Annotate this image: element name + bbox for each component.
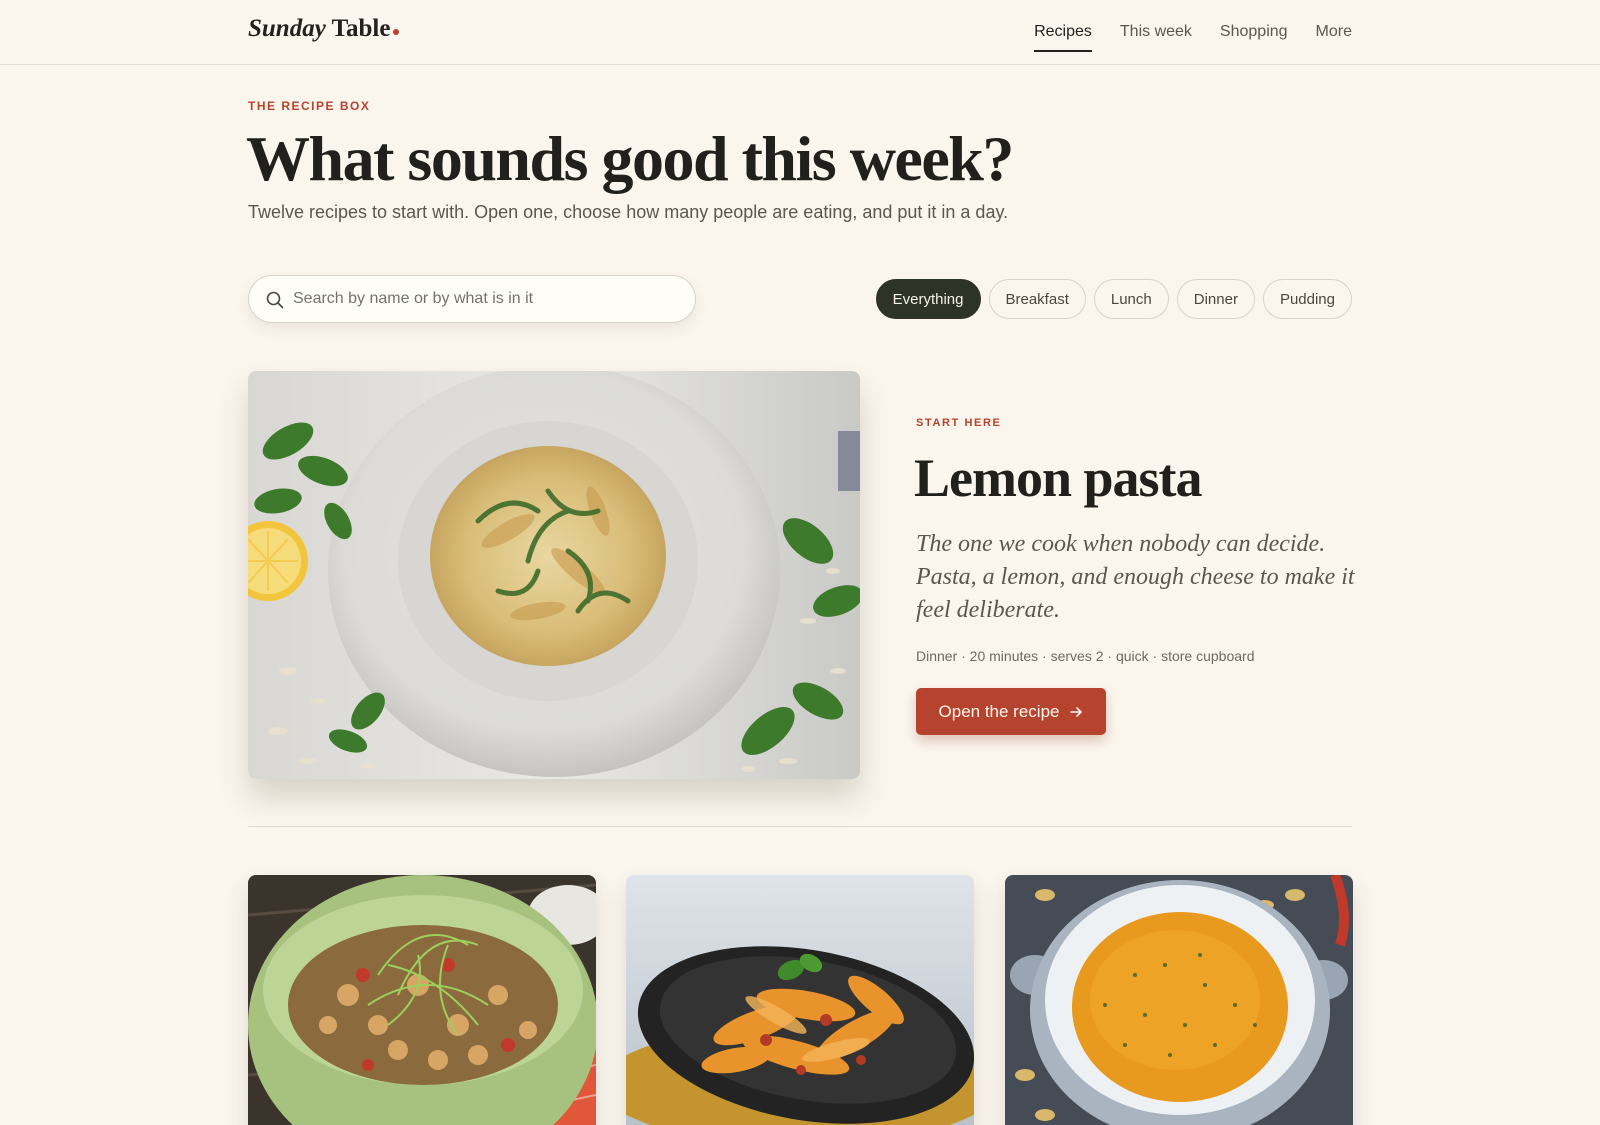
recipe-card[interactable] (1005, 875, 1353, 1125)
nav-item-more[interactable]: More (1316, 0, 1352, 64)
featured-recipe-title[interactable]: Lemon pasta (914, 447, 1203, 509)
featured-recipe-image[interactable] (248, 371, 860, 779)
nav-item-this-week[interactable]: This week (1120, 0, 1192, 64)
category-filters: Everything Breakfast Lunch Dinner Puddin… (875, 279, 1352, 319)
arrow-right-icon (1070, 706, 1083, 717)
section-eyebrow: THE RECIPE BOX (248, 99, 371, 113)
brand-dot-icon (393, 29, 400, 35)
featured-recipe-meta: Dinner · 20 minutes · serves 2 · quick ·… (916, 648, 1255, 664)
brand-name: Table (331, 15, 391, 42)
top-navigation-bar: Sunday Table Recipes This week Shopping … (0, 0, 1600, 65)
open-recipe-button-label: Open the recipe (938, 701, 1060, 721)
brand-logo[interactable]: Sunday Table (248, 15, 400, 43)
nav-item-shopping[interactable]: Shopping (1220, 0, 1288, 64)
nav-item-recipes[interactable]: Recipes (1034, 0, 1092, 64)
main-nav: Recipes This week Shopping More (1034, 0, 1352, 64)
recipe-card[interactable] (626, 875, 974, 1125)
search-icon (266, 291, 284, 309)
filter-chip-breakfast[interactable]: Breakfast (988, 279, 1086, 319)
featured-eyebrow: START HERE (916, 417, 1002, 429)
filter-chip-lunch[interactable]: Lunch (1093, 279, 1169, 319)
recipe-card[interactable] (248, 875, 596, 1125)
section-divider (248, 826, 1352, 827)
lemon-pasta-photo-icon (248, 371, 860, 779)
featured-recipe-description: The one we cook when nobody can decide. … (916, 531, 1355, 623)
open-recipe-button[interactable]: Open the recipe (916, 688, 1106, 735)
filter-chip-everything[interactable]: Everything (875, 279, 981, 319)
brand-name-italic: Sunday (248, 15, 326, 42)
filter-chip-pudding[interactable]: Pudding (1262, 279, 1352, 319)
pumpkin-soup-photo-icon (1005, 875, 1353, 1125)
tagliatelle-photo-icon (626, 875, 974, 1125)
search-input[interactable] (293, 276, 683, 322)
page-title: What sounds good this week? (246, 123, 1014, 194)
filter-chip-dinner[interactable]: Dinner (1176, 279, 1255, 319)
chickpea-salad-photo-icon (248, 875, 596, 1125)
search-box (248, 275, 696, 323)
page-subtitle: Twelve recipes to start with. Open one, … (248, 202, 1009, 222)
